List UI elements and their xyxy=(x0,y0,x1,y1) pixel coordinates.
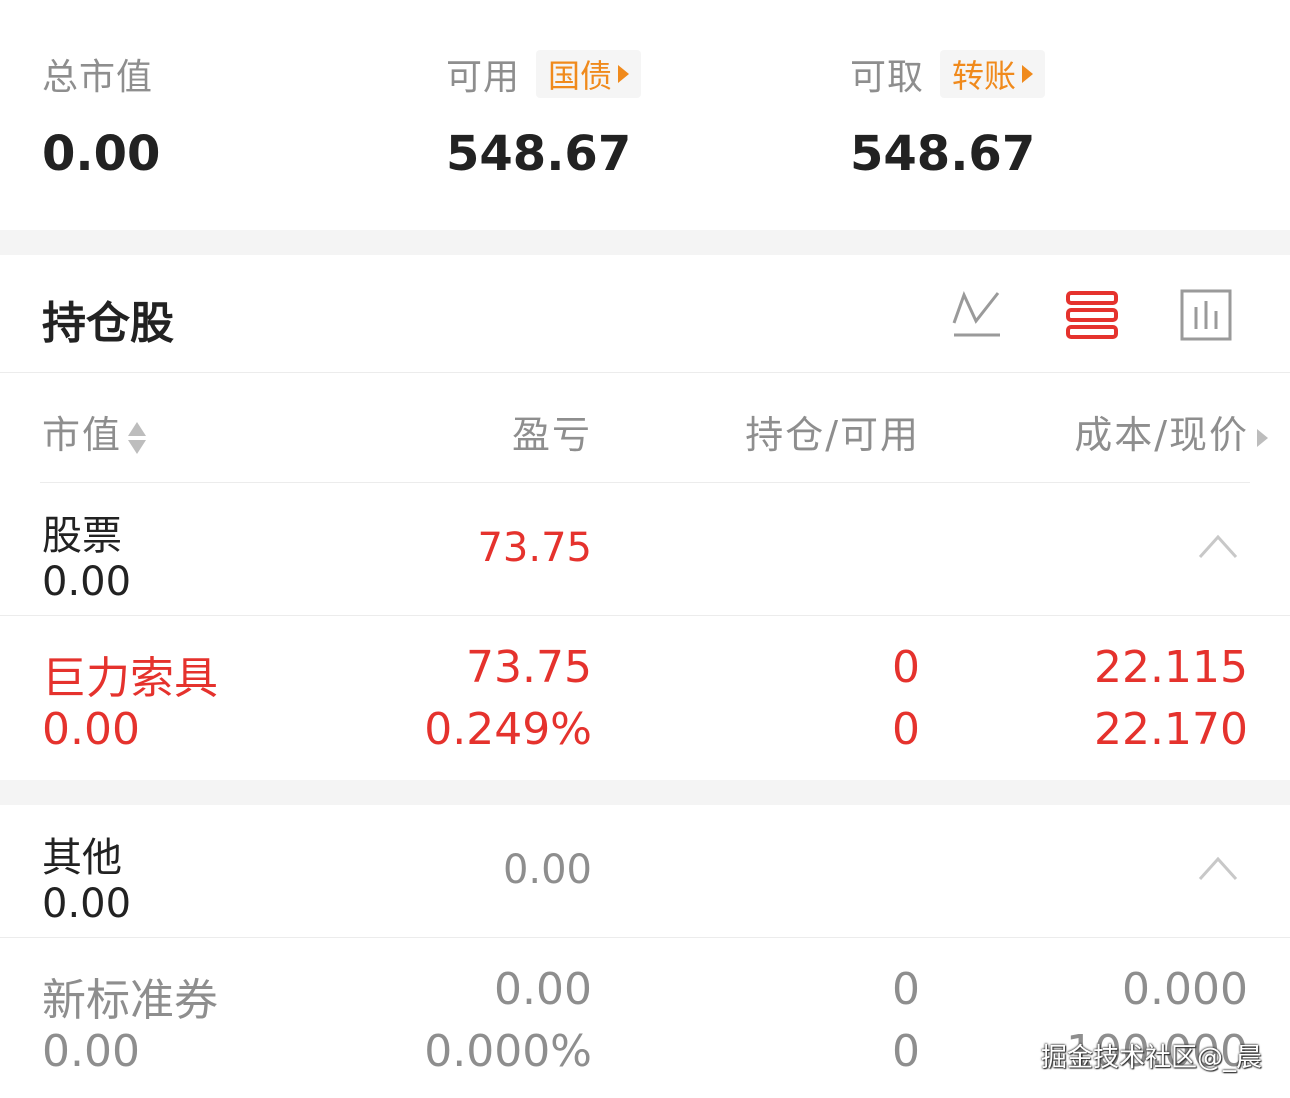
group-value: 0.00 xyxy=(42,559,132,605)
holdings-title: 持仓股 xyxy=(42,298,174,349)
group-profit-loss: 0.00 xyxy=(502,847,592,893)
withdrawable-block: 可取 转账 548.67 xyxy=(850,48,1046,182)
transfer-label: 转账 xyxy=(952,57,1017,95)
group-profit-loss: 73.75 xyxy=(477,525,592,571)
list-view-icon[interactable] xyxy=(1062,285,1122,345)
stock-cost: 0.000 xyxy=(1122,964,1248,1015)
stock-profit-loss: 0.00 xyxy=(494,964,592,1015)
stock-market-value: 0.00 xyxy=(42,704,140,755)
chevron-up-icon[interactable] xyxy=(1198,853,1238,883)
section-separator xyxy=(0,780,1290,805)
arrow-right-icon xyxy=(1257,428,1268,447)
section-separator xyxy=(0,230,1290,255)
stock-price: 22.170 xyxy=(1094,704,1248,755)
watermark: 掘金技术社区@_晨 xyxy=(1040,1043,1262,1073)
stock-available: 0 xyxy=(892,1026,920,1077)
group-name: 股票 xyxy=(42,513,122,559)
group-row-stocks[interactable]: 股票 0.00 73.75 xyxy=(0,483,1290,615)
stock-market-value: 0.00 xyxy=(42,1026,140,1077)
stock-position: 0 xyxy=(892,964,920,1015)
group-value: 0.00 xyxy=(42,881,132,927)
chevron-up-icon[interactable] xyxy=(1198,531,1238,561)
column-market-value-sort[interactable]: 市值 xyxy=(42,404,147,459)
stock-profit-loss: 73.75 xyxy=(466,642,592,693)
withdrawable-label: 可取 xyxy=(850,57,925,98)
available-block: 可用 国债 548.67 xyxy=(446,48,642,182)
arrow-right-icon xyxy=(618,65,630,83)
column-profit-loss: 盈亏 xyxy=(511,413,592,457)
stock-profit-loss-pct: 0.249% xyxy=(424,704,592,755)
column-market-value-label: 市值 xyxy=(42,413,123,457)
total-market-value: 0.00 xyxy=(42,126,161,182)
account-summary: 总市值 0.00 可用 国债 548.67 可取 转账 548.67 xyxy=(0,0,1290,230)
table-row[interactable]: 巨力索具 0.00 73.75 0.249% 0 0 22.115 22.170 xyxy=(0,616,1290,780)
column-position-available: 持仓/可用 xyxy=(745,413,920,457)
stock-available: 0 xyxy=(892,704,920,755)
treasury-bond-label: 国债 xyxy=(548,57,613,95)
withdrawable-value: 548.67 xyxy=(850,126,1036,182)
total-market-value-label: 总市值 xyxy=(42,57,154,98)
column-cost-price-label: 成本/现价 xyxy=(1074,413,1249,457)
sort-icon xyxy=(128,418,147,458)
bar-chart-icon[interactable] xyxy=(1176,285,1236,345)
column-cost-price[interactable]: 成本/现价 xyxy=(1074,404,1268,459)
stock-cost: 22.115 xyxy=(1094,642,1248,693)
group-row-other[interactable]: 其他 0.00 0.00 xyxy=(0,805,1290,937)
stock-position: 0 xyxy=(892,642,920,693)
available-value: 548.67 xyxy=(446,126,632,182)
holdings-header: 持仓股 xyxy=(0,255,1290,373)
total-market-value-block: 总市值 0.00 xyxy=(42,48,160,182)
group-name: 其他 xyxy=(42,835,122,881)
transfer-button[interactable]: 转账 xyxy=(940,50,1046,98)
arrow-right-icon xyxy=(1022,65,1034,83)
stock-profit-loss-pct: 0.000% xyxy=(424,1026,592,1077)
line-chart-icon[interactable] xyxy=(948,285,1008,345)
table-row[interactable]: 新标准券 0.00 0.00 0.000% 0 0 0.000 100.000 xyxy=(0,938,1290,1098)
stock-name: 新标准券 xyxy=(42,975,218,1026)
available-label: 可用 xyxy=(446,57,521,98)
stock-name: 巨力索具 xyxy=(42,653,218,704)
treasury-bond-button[interactable]: 国债 xyxy=(536,50,642,98)
column-headers: 市值 盈亏 持仓/可用 成本/现价 xyxy=(0,374,1290,482)
